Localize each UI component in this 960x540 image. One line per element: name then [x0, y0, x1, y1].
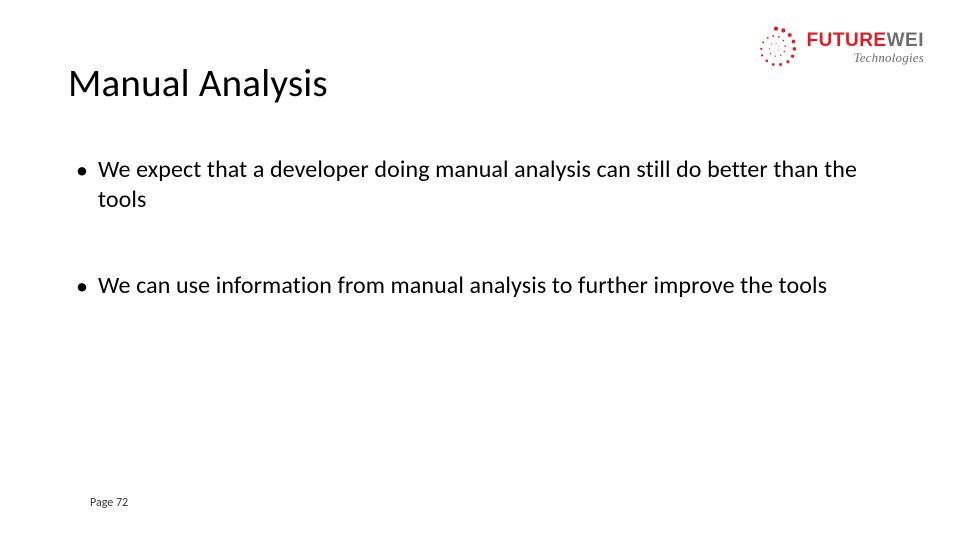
logo-wordmark: FUTUREWEI: [807, 31, 924, 50]
bullet-icon: •: [76, 271, 88, 302]
bullet-list: • We expect that a developer doing manua…: [68, 155, 892, 302]
logo-text: FUTUREWEI Technologies: [807, 31, 924, 64]
page-number: 72: [116, 496, 128, 510]
page-number-footer: Page 72: [90, 496, 128, 510]
list-item: • We expect that a developer doing manua…: [76, 155, 892, 215]
page-label: Page: [90, 496, 113, 510]
brand-logo: FUTUREWEI Technologies: [753, 24, 924, 70]
logo-wei-text: WEI: [887, 30, 924, 51]
bullet-text: We can use information from manual analy…: [98, 271, 827, 301]
swirl-icon: [753, 24, 799, 70]
logo-subtext: Technologies: [807, 51, 924, 64]
bullet-icon: •: [76, 155, 88, 186]
bullet-text: We expect that a developer doing manual …: [98, 155, 892, 215]
slide-container: FUTUREWEI Technologies Manual Analysis •…: [0, 0, 960, 540]
list-item: • We can use information from manual ana…: [76, 271, 892, 302]
logo-future-text: FUTURE: [807, 30, 887, 51]
